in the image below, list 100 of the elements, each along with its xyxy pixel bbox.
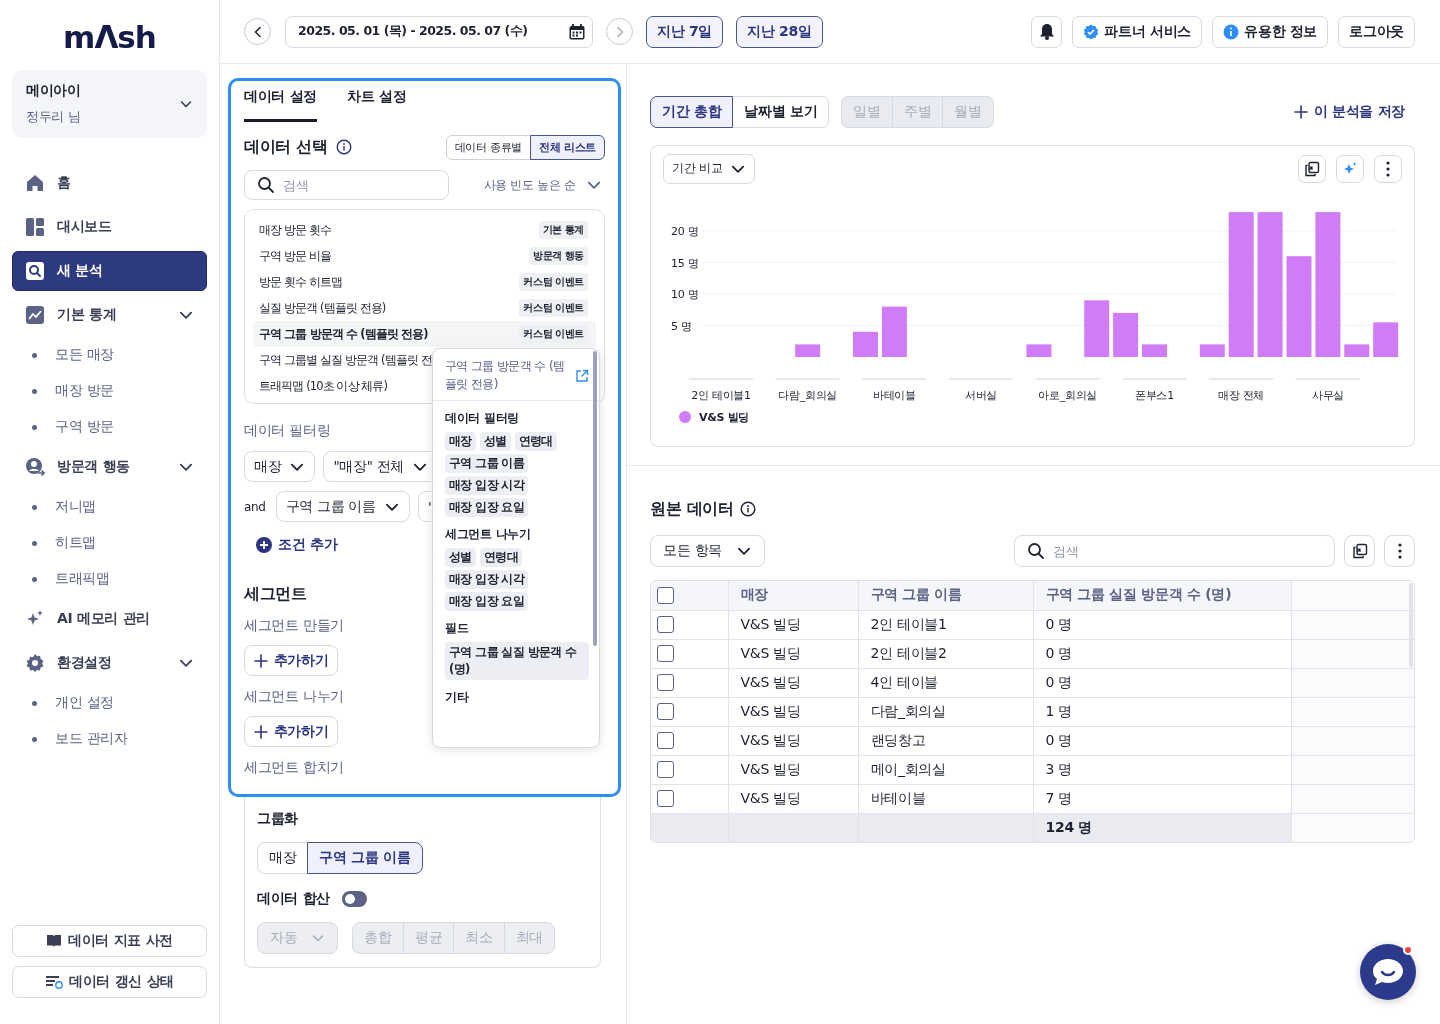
notification-button[interactable] xyxy=(1031,15,1063,48)
field-chip: 연령대 xyxy=(514,432,557,451)
nav-item[interactable]: AI 메모리 관리 xyxy=(12,599,207,639)
compare-dropdown[interactable]: 기간 비교 xyxy=(663,153,756,184)
toggle-switch[interactable] xyxy=(342,891,368,907)
table-cell: 0 명 xyxy=(1033,610,1291,639)
filter-dropdown[interactable]: 매장 xyxy=(244,451,316,482)
nav-subitem[interactable]: 개인 설정 xyxy=(12,685,207,721)
nav-item[interactable]: 방문객 행동 xyxy=(12,447,207,487)
table-cell: 랜딩창고 xyxy=(858,726,1033,755)
search-field[interactable]: 검색 xyxy=(1014,535,1335,567)
add-button[interactable]: 추가하기 xyxy=(244,645,338,676)
nav-subitem[interactable]: 히트맵 xyxy=(12,525,207,561)
nav-subitem[interactable]: 트래픽맵 xyxy=(12,561,207,597)
group-option[interactable]: 구역 그룹 이름 xyxy=(307,842,423,874)
toggle-label: 데이터 합산 xyxy=(257,890,331,908)
group-option[interactable]: 매장 xyxy=(257,842,309,874)
bullet-icon xyxy=(32,388,37,394)
checkbox[interactable] xyxy=(657,674,674,691)
user-icon xyxy=(25,457,45,477)
data-list-item[interactable]: 구역 그룹 방문객 수 (템플릿 전용) 커스텀 이벤트 xyxy=(253,321,596,347)
nav-subitem[interactable]: 저니맵 xyxy=(12,489,207,525)
bell-icon xyxy=(1038,23,1055,40)
y-axis-label: 15 명 xyxy=(671,256,699,270)
nav-item[interactable]: 기본 통계 xyxy=(12,295,207,335)
filter-dropdown[interactable]: ' xyxy=(417,491,431,522)
more-icon xyxy=(1386,160,1390,177)
tab[interactable]: 데이터 설정 xyxy=(244,86,318,122)
info-icon xyxy=(335,139,352,155)
nav-subitem[interactable]: 구역 방문 xyxy=(12,409,207,445)
field-chip: 매장 입장 시각 xyxy=(445,570,529,589)
y-axis-label: 10 명 xyxy=(671,288,699,301)
date-range-field[interactable]: 2025. 05. 01 (목) - 2025. 05. 07 (수) xyxy=(285,15,593,48)
data-list-item[interactable]: 실질 방문객 (템플릿 전용) 커스텀 이벤트 xyxy=(253,295,596,321)
view-tab[interactable]: 날짜별 보기 xyxy=(732,96,830,128)
checkbox[interactable] xyxy=(657,732,674,749)
table-cell: 0 명 xyxy=(1033,726,1291,755)
x-axis-label: 폰부스1 xyxy=(1135,389,1174,402)
table-cell: V&S 빌딩 xyxy=(728,668,858,697)
sort-dropdown[interactable]: 사용 빈도 높은 순 xyxy=(483,176,605,194)
scrollbar[interactable] xyxy=(593,351,597,646)
checkbox[interactable] xyxy=(657,586,674,604)
search-input[interactable]: 검색 xyxy=(283,172,436,198)
copy-icon xyxy=(1351,543,1368,559)
filter-dropdown[interactable]: "매장" 전체 xyxy=(323,451,431,482)
section-title: 그룹화 xyxy=(257,809,300,828)
sidebar-button[interactable]: 데이터 갱신 상태 xyxy=(12,966,207,998)
section-label: 세그먼트 나누기 xyxy=(244,688,345,706)
home-icon xyxy=(25,173,45,193)
x-axis-label: 바테이블 xyxy=(873,389,916,402)
nav-item[interactable]: 대시보드 xyxy=(12,207,207,247)
nav-item[interactable]: 환경설정 xyxy=(12,643,207,683)
save-analysis-button[interactable]: 이 분석을 저장 xyxy=(1293,103,1415,121)
account-selector[interactable]: 메이아이 정두리 님 xyxy=(12,70,207,138)
table-cell: 0 명 xyxy=(1033,668,1291,697)
checkbox[interactable] xyxy=(657,703,674,720)
view-tab[interactable]: 기간 총합 xyxy=(650,96,734,128)
quick-range-button[interactable]: 지난 7일 xyxy=(646,15,724,48)
nav-item[interactable]: 새 분석 xyxy=(12,251,207,291)
checkbox[interactable] xyxy=(657,790,674,807)
plus-circle-icon xyxy=(256,537,272,553)
tab[interactable]: 차트 설정 xyxy=(347,86,407,122)
filter-dropdown[interactable]: 구역 그룹 이름 xyxy=(275,491,410,522)
add-condition-button[interactable]: 조건 추가 xyxy=(256,536,338,554)
quick-range-button[interactable]: 지난 28일 xyxy=(736,15,823,48)
chat-button[interactable] xyxy=(1360,944,1416,1000)
x-axis-label: 사무실 xyxy=(1311,389,1344,402)
nav-subitem[interactable]: 보드 관리자 xyxy=(12,721,207,757)
search-input[interactable]: 검색 xyxy=(1053,537,1322,565)
data-list-item[interactable]: 방문 횟수 히트맵 커스텀 이벤트 xyxy=(253,269,596,295)
add-button[interactable]: 추가하기 xyxy=(244,716,338,747)
previous-button[interactable] xyxy=(244,18,271,45)
copy-button[interactable] xyxy=(1298,154,1326,183)
field-chip: 매장 xyxy=(445,432,476,451)
header-button[interactable]: 유용한 정보 xyxy=(1212,15,1329,48)
checkbox[interactable] xyxy=(657,645,674,662)
checkbox[interactable] xyxy=(657,761,674,778)
nav-item[interactable]: 홈 xyxy=(12,163,207,203)
category-tag: 기본 통계 xyxy=(538,221,588,239)
sidebar-button[interactable]: 데이터 지표 사전 xyxy=(12,925,207,957)
field-chip: 연령대 xyxy=(479,548,522,567)
view-option[interactable]: 데이터 종류별 xyxy=(445,134,531,160)
data-list-item[interactable]: 매장 방문 횟수 기본 통계 xyxy=(253,217,596,243)
nav-subitem[interactable]: 매장 방문 xyxy=(12,373,207,409)
view-option[interactable]: 전체 리스트 xyxy=(529,134,605,160)
header-button[interactable]: 파트너 서비스 xyxy=(1072,15,1203,48)
more-button[interactable] xyxy=(1374,154,1402,183)
search-field[interactable]: 검색 xyxy=(244,170,449,200)
copy-button[interactable] xyxy=(1344,535,1375,567)
calendar-icon xyxy=(568,22,586,41)
bullet-icon xyxy=(32,504,37,510)
filter-dropdown[interactable]: 모든 항목 xyxy=(650,535,765,567)
nav-subitem[interactable]: 모든 매장 xyxy=(12,337,207,373)
checkbox[interactable] xyxy=(657,616,674,633)
section-title: 데이터 선택 xyxy=(244,136,328,158)
data-list-item[interactable]: 구역 방문 비율 방문객 행동 xyxy=(253,243,596,269)
search-icon xyxy=(257,176,275,194)
ai-button[interactable] xyxy=(1336,154,1364,183)
header-button[interactable]: 로그아웃 xyxy=(1338,15,1415,48)
logo: mΛsh xyxy=(63,18,156,56)
